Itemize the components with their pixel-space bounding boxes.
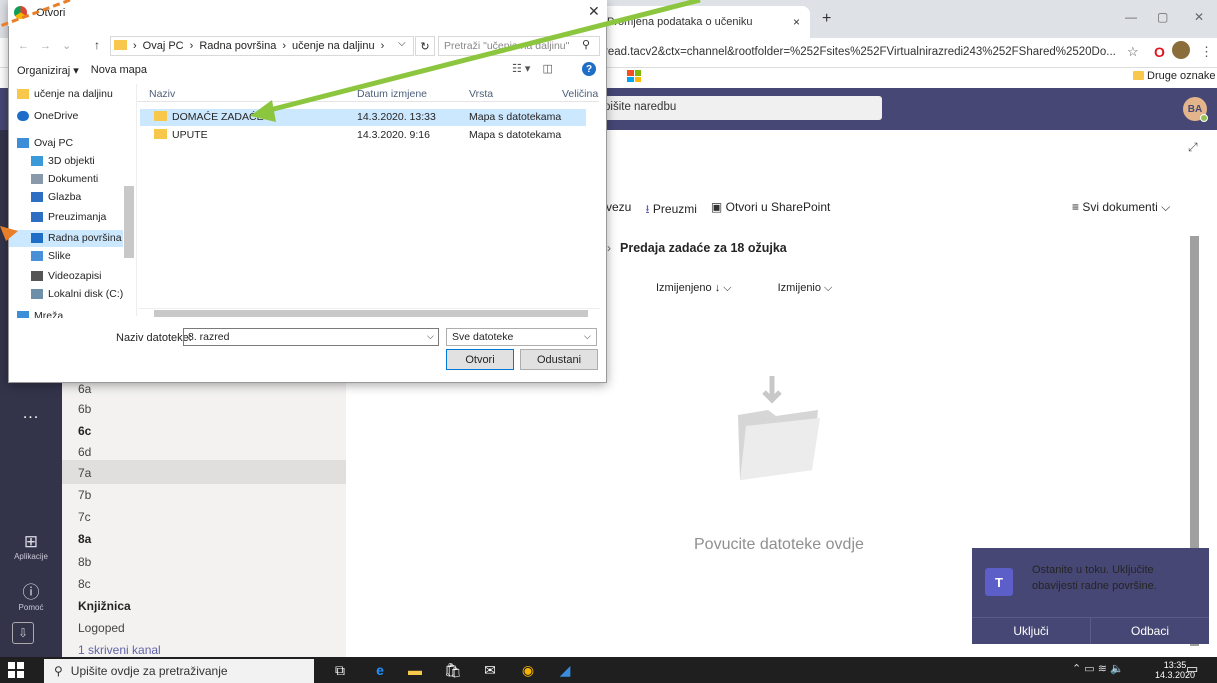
orange-arrowhead xyxy=(0,226,18,241)
annotation-arrows xyxy=(0,0,701,241)
orange-arrow-line xyxy=(0,0,71,28)
green-arrowhead xyxy=(250,100,276,122)
green-arrow-line xyxy=(261,0,701,115)
